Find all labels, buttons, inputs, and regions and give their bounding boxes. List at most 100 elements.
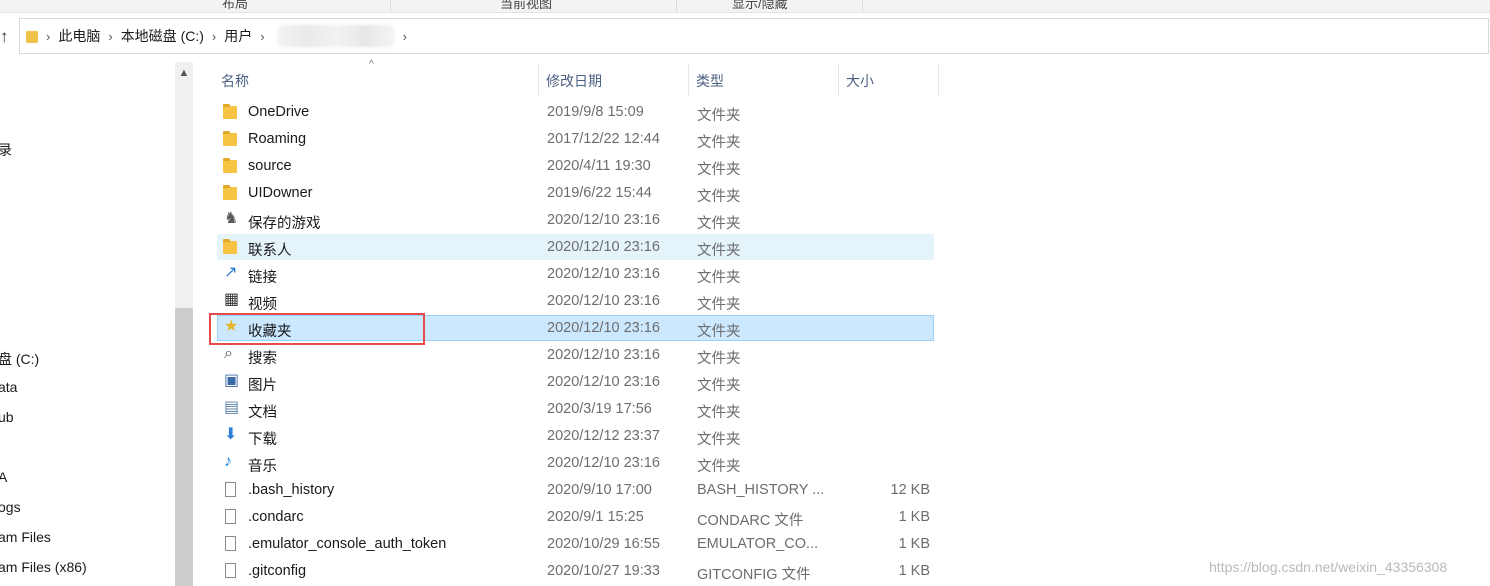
nav-item[interactable]: ogs — [0, 499, 21, 515]
nav-item-program-files[interactable]: am Files — [0, 529, 51, 545]
column-divider[interactable] — [688, 64, 689, 96]
file-name: .emulator_console_auth_token — [248, 536, 447, 552]
column-header-name[interactable]: 名称 — [221, 71, 249, 91]
chevron-right-icon[interactable]: › — [403, 29, 407, 44]
file-row[interactable]: ⌕ 搜索 2020/12/10 23:16 文件夹 — [217, 342, 934, 368]
file-row[interactable]: ⬇ 下载 2020/12/12 23:37 文件夹 — [217, 423, 934, 449]
up-arrow-icon[interactable]: ↑ — [0, 26, 14, 48]
ribbon-separator — [862, 0, 863, 12]
breadcrumb-local-disk[interactable]: 本地磁盘 (C:) — [121, 26, 204, 46]
file-type: CONDARC 文件 — [697, 513, 804, 529]
file-icon — [222, 535, 240, 553]
onedrive-folder-icon — [222, 103, 240, 121]
saved-games-icon: ♞ — [224, 210, 239, 227]
column-divider[interactable] — [838, 64, 839, 96]
file-name: 文档 — [248, 405, 277, 421]
file-type: 文件夹 — [697, 297, 741, 313]
file-date: 2020/4/11 19:30 — [547, 158, 651, 174]
file-icon — [222, 481, 240, 499]
file-name: 音乐 — [248, 459, 277, 475]
nav-item[interactable]: 录 — [0, 140, 12, 160]
music-icon: ♪ — [224, 453, 232, 470]
videos-icon: ▦ — [224, 291, 240, 308]
nav-item[interactable]: ub — [0, 409, 14, 425]
column-header-type[interactable]: 类型 — [696, 71, 724, 91]
folder-icon — [222, 157, 240, 175]
file-date: 2020/12/10 23:16 — [547, 347, 660, 363]
breadcrumb-users[interactable]: 用户 — [224, 26, 252, 46]
file-row[interactable]: ▦ 视频 2020/12/10 23:16 文件夹 — [217, 288, 934, 314]
chevron-right-icon[interactable]: › — [46, 29, 50, 44]
folder-icon — [222, 184, 240, 202]
column-header-size[interactable]: 大小 — [846, 71, 874, 91]
file-row[interactable]: Roaming 2017/12/22 12:44 文件夹 — [217, 126, 934, 152]
contacts-icon — [222, 238, 240, 256]
file-name: 搜索 — [248, 351, 277, 367]
file-row[interactable]: source 2020/4/11 19:30 文件夹 — [217, 153, 934, 179]
nav-item[interactable]: ata — [0, 379, 17, 395]
links-icon: ↗ — [224, 264, 238, 281]
chevron-right-icon[interactable]: › — [212, 29, 216, 44]
file-date: 2019/6/22 15:44 — [547, 185, 652, 201]
file-size: 1 KB — [898, 509, 930, 525]
file-type: 文件夹 — [697, 351, 741, 367]
navigation-pane: 录 盘 (C:) ata ub A ogs am Files am Files … — [0, 62, 175, 586]
file-row[interactable]: .gitconfig 2020/10/27 19:33 GITCONFIG 文件 1 … — [217, 558, 934, 584]
chevron-right-icon[interactable]: › — [108, 29, 112, 44]
file-row[interactable]: ▣ 图片 2020/12/10 23:16 文件夹 — [217, 369, 934, 395]
file-row[interactable]: .bash_history 2020/9/10 17:00 BASH_HISTORY… — [217, 477, 934, 503]
column-header-date[interactable]: 修改日期 — [546, 71, 602, 91]
file-date: 2020/12/10 23:16 — [547, 239, 660, 255]
file-row[interactable]: ↗ 链接 2020/12/10 23:16 文件夹 — [217, 261, 934, 287]
file-size: 1 KB — [898, 536, 930, 552]
file-row[interactable]: 联系人 2020/12/10 23:16 文件夹 — [217, 234, 934, 260]
file-name: 链接 — [248, 270, 277, 286]
folder-icon — [222, 130, 240, 148]
file-type: GITCONFIG 文件 — [697, 567, 811, 583]
file-row[interactable]: ▤ 文档 2020/3/19 17:56 文件夹 — [217, 396, 934, 422]
column-divider[interactable] — [938, 64, 939, 96]
ribbon-separator — [676, 0, 677, 12]
pictures-icon: ▣ — [224, 372, 240, 389]
file-date: 2019/9/8 15:09 — [547, 104, 644, 120]
chevron-right-icon[interactable]: › — [260, 29, 264, 44]
folder-icon — [26, 29, 38, 43]
nav-item-program-files-x86[interactable]: am Files (x86) — [0, 559, 87, 575]
file-name: 视频 — [248, 297, 277, 313]
breadcrumb-this-pc[interactable]: 此电脑 — [58, 26, 100, 46]
file-date: 2017/12/22 12:44 — [547, 131, 660, 147]
file-row[interactable]: .condarc 2020/9/1 15:25 CONDARC 文件 1 KB — [217, 504, 934, 530]
address-bar[interactable]: › 此电脑 › 本地磁盘 (C:) › 用户 › › — [19, 18, 1489, 54]
scroll-thumb[interactable] — [175, 308, 193, 586]
chevron-up-icon[interactable]: ▲ — [175, 64, 193, 82]
file-name: Roaming — [248, 131, 307, 147]
ribbon-tab-layout[interactable]: 布局 — [222, 0, 248, 12]
ribbon-tab-show-hide[interactable]: 显示/隐藏 — [732, 0, 788, 12]
file-date: 2020/12/10 23:16 — [547, 266, 660, 282]
file-icon — [222, 508, 240, 526]
ribbon-tab-current-view[interactable]: 当前视图 — [500, 0, 552, 12]
file-type: 文件夹 — [697, 324, 741, 340]
nav-item-local-disk[interactable]: 盘 (C:) — [0, 349, 39, 369]
file-row[interactable]: OneDrive 2019/9/8 15:09 文件夹 — [217, 99, 934, 125]
annotation-highlight-box — [209, 313, 425, 345]
file-name: 联系人 — [248, 243, 292, 259]
file-row[interactable]: UIDowner 2019/6/22 15:44 文件夹 — [217, 180, 934, 206]
sort-ascending-icon: ^ — [369, 59, 374, 70]
file-row[interactable]: .emulator_console_auth_token 2020/10/29 1… — [217, 531, 934, 557]
column-divider[interactable] — [538, 64, 539, 96]
file-date: 2020/9/1 15:25 — [547, 509, 644, 525]
nav-scrollbar[interactable]: ▲ — [175, 62, 193, 586]
breadcrumb-redacted-user[interactable] — [276, 25, 395, 47]
file-row[interactable]: ♞ 保存的游戏 2020/12/10 23:16 文件夹 — [217, 207, 934, 233]
file-date: 2020/12/10 23:16 — [547, 374, 660, 390]
file-row[interactable]: ♪ 音乐 2020/12/10 23:16 文件夹 — [217, 450, 934, 476]
file-name: OneDrive — [248, 104, 310, 120]
file-type: 文件夹 — [697, 216, 741, 232]
file-name: .gitconfig — [248, 563, 307, 579]
file-type: EMULATOR_CO... — [697, 536, 819, 552]
nav-item[interactable]: A — [0, 469, 7, 485]
file-type: BASH_HISTORY ... — [697, 482, 825, 498]
file-type: 文件夹 — [697, 378, 741, 394]
file-date: 2020/10/29 16:55 — [547, 536, 660, 552]
